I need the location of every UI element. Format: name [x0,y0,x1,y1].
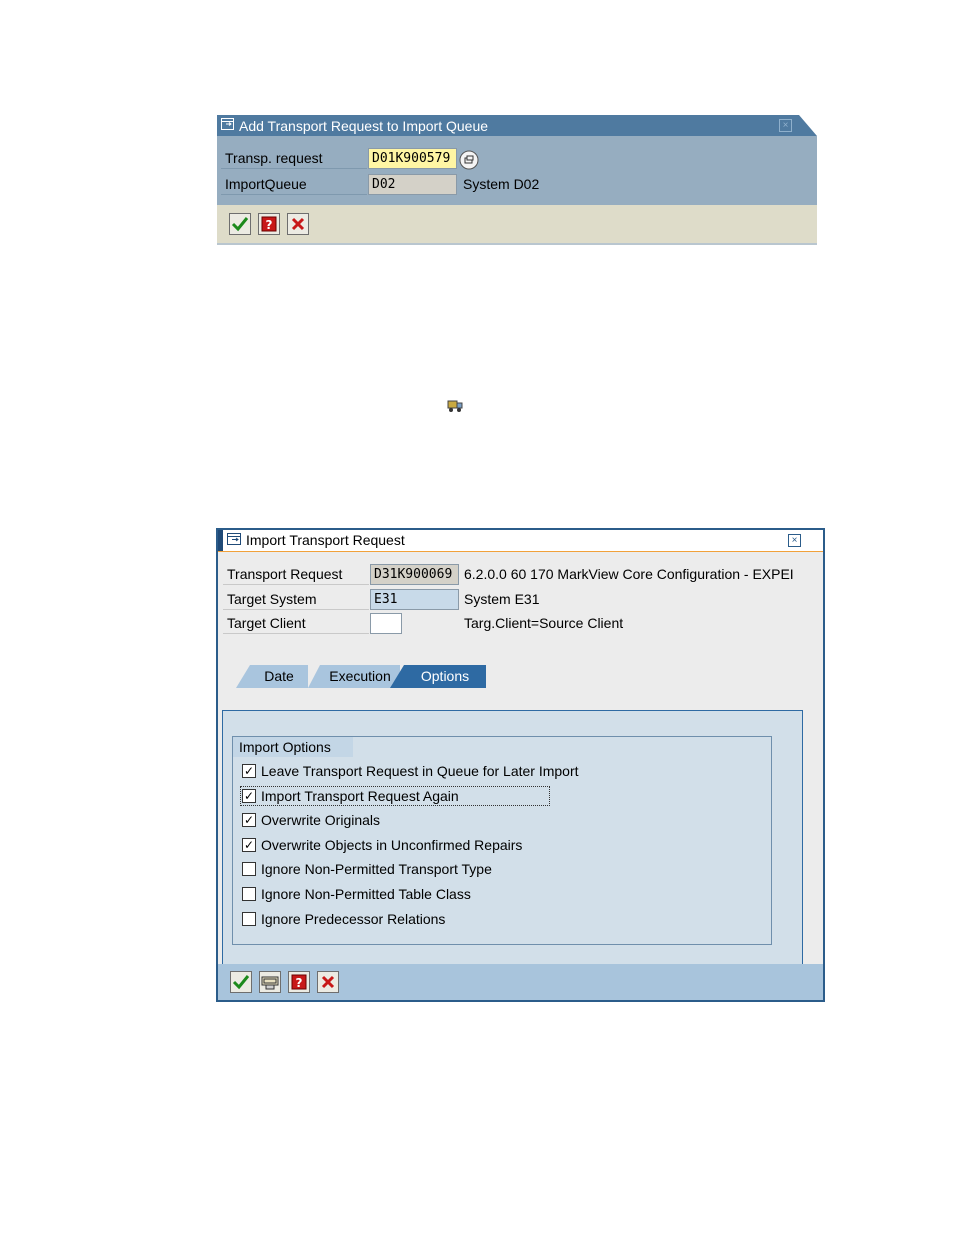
cancel-button[interactable] [317,971,339,993]
transp-request-input[interactable]: D01K900579 [368,148,457,169]
tab-date-slant [236,665,250,688]
checkbox-overwrite-unconfirmed[interactable]: ✓ [242,838,256,852]
tab-options-slant [390,665,404,688]
close-icon[interactable]: × [779,119,792,132]
target-client-input[interactable] [370,613,402,634]
titlebar-corner [803,530,823,551]
window-icon [221,118,235,134]
truck-icon [447,399,463,413]
continue-button[interactable] [230,971,252,993]
dialog1-body: Transp. request D01K900579 ImportQueue D… [217,136,817,205]
import-icon [261,976,279,990]
option-label: Ignore Predecessor Relations [261,911,446,927]
option-label: Overwrite Originals [261,812,381,828]
titlebar-corner [799,115,817,136]
svg-text:?: ? [296,976,303,990]
transport-request-label: Transport Request [223,564,369,585]
window-icon [227,533,242,549]
target-client-label: Target Client [223,613,369,634]
help-button[interactable]: ? [288,971,310,993]
options-tab-panel: Import Options ✓ Leave Transport Request… [222,710,803,971]
dialog2-body: Transport Request D31K900069 6.2.0.0 60 … [218,552,823,971]
group-title-slant [337,737,353,757]
checkbox-import-again[interactable]: ✓ [242,789,256,803]
target-system-description: System E31 [464,591,540,607]
dialog1-title: Add Transport Request to Import Queue [239,118,489,134]
dialog1-footer: ? [217,205,817,245]
import-button[interactable] [259,971,281,993]
tab-date[interactable]: Date [250,665,308,688]
import-queue-input: D02 [368,174,457,195]
option-label: Overwrite Objects in Unconfirmed Repairs [261,837,523,853]
checkbox-leave-in-queue[interactable]: ✓ [242,764,256,778]
checkbox-ignore-table-class[interactable] [242,887,256,901]
cancel-icon [291,217,305,231]
tab-execution-slant [308,665,320,688]
target-system-input[interactable]: E31 [370,589,459,610]
transp-request-label: Transp. request [221,148,367,169]
import-queue-label: ImportQueue [221,174,367,195]
dialog2-titlebar: Import Transport Request × [218,530,823,552]
import-options-group: Import Options ✓ Leave Transport Request… [232,736,772,945]
target-system-label: Target System [223,589,369,610]
import-queue-description: System D02 [463,176,540,192]
dialog2-footer: ? [218,964,823,1000]
option-label: Import Transport Request Again [261,788,459,804]
help-icon: ? [291,974,307,990]
check-icon [232,975,250,990]
checkbox-ignore-predecessor[interactable] [242,912,256,926]
checkbox-overwrite-originals[interactable]: ✓ [242,813,256,827]
titlebar-stripe [218,530,223,551]
dialog1-titlebar: Add Transport Request to Import Queue × [217,115,817,136]
option-label: Ignore Non-Permitted Table Class [261,886,471,902]
svg-text:?: ? [266,218,273,232]
add-transport-dialog: Add Transport Request to Import Queue × … [217,115,817,245]
help-button[interactable]: ? [258,213,280,235]
import-transport-dialog: Import Transport Request × Transport Req… [216,528,825,1002]
dialog2-title: Import Transport Request [246,532,405,548]
close-icon[interactable]: × [788,534,801,547]
transport-request-description: 6.2.0.0 60 170 MarkView Core Configurati… [464,566,794,582]
option-label: Leave Transport Request in Queue for Lat… [261,763,579,779]
checkbox-ignore-transport-type[interactable] [242,862,256,876]
group-title: Import Options [233,737,353,757]
check-icon [231,217,249,232]
search-help-icon[interactable] [459,150,479,173]
continue-button[interactable] [229,213,251,235]
tab-options[interactable]: Options [404,665,486,688]
tab-execution[interactable]: Execution [320,665,400,688]
transport-request-input: D31K900069 [370,564,459,585]
target-client-description: Targ.Client=Source Client [464,615,624,631]
cancel-button[interactable] [287,213,309,235]
help-icon: ? [261,216,277,232]
option-label: Ignore Non-Permitted Transport Type [261,861,492,877]
cancel-icon [321,975,335,989]
